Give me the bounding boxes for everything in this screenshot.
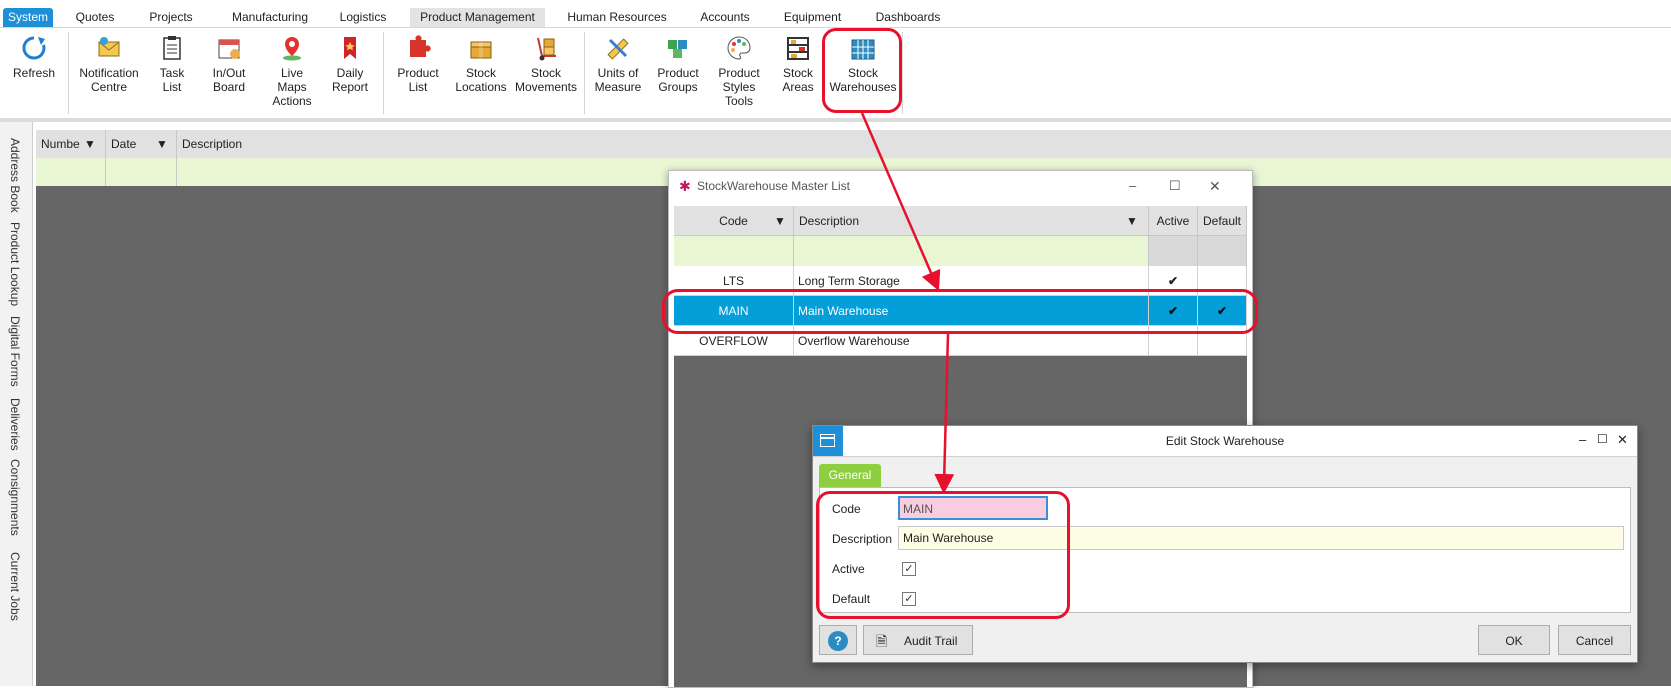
arrow-line: [934, 333, 955, 494]
arrow-line: [860, 112, 941, 292]
annotation-arrows: [860, 112, 955, 494]
